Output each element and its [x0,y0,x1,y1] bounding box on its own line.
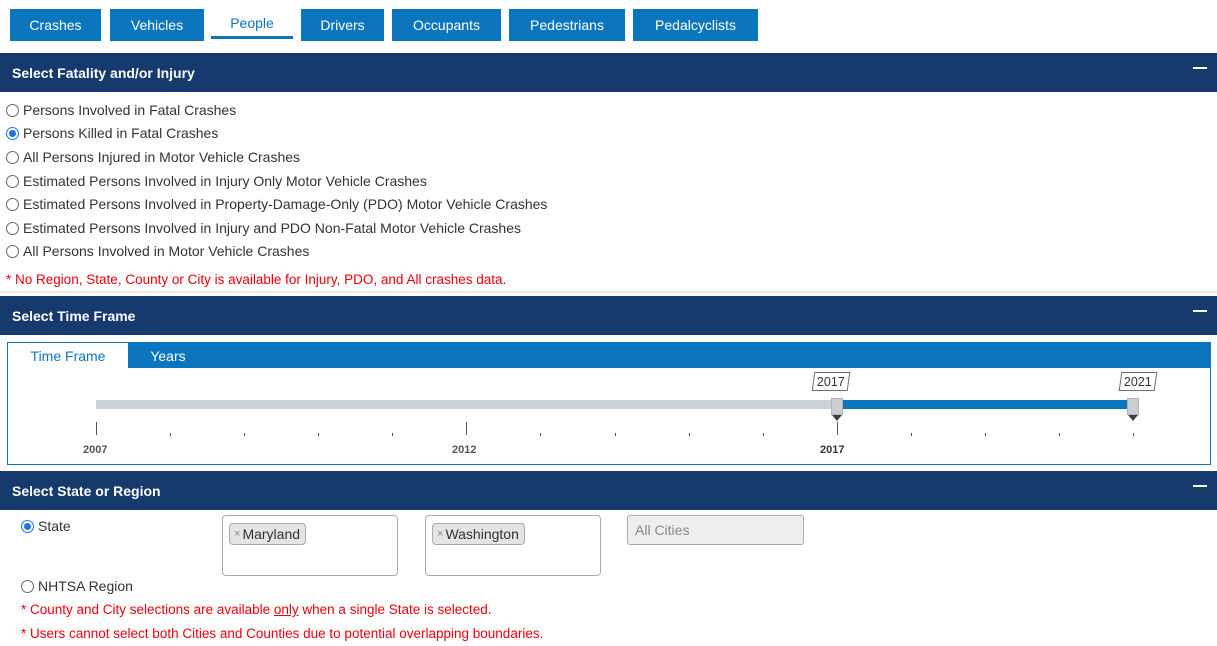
remove-chip-icon[interactable]: × [234,528,240,540]
slider-from-handle[interactable] [830,398,843,421]
slider-tick [763,433,764,436]
region-note-overlap: * Users cannot select both Cities and Co… [21,626,544,641]
radio-button[interactable] [21,579,34,593]
timeframe-section-header[interactable]: Select Time Frame [0,296,1217,335]
radio-button[interactable] [6,221,19,235]
slider-tick [96,422,97,435]
timeframe-section-title: Select Time Frame [12,307,136,324]
option-label: Estimated Persons Involved in Injury Onl… [23,173,427,189]
tab-crashes[interactable]: Crashes [10,9,101,41]
fatality-option-all-injured[interactable]: All Persons Injured in Motor Vehicle Cra… [6,147,300,167]
state-select[interactable]: × Maryland [222,515,398,576]
chip-label: Washington [445,526,519,542]
radio-button[interactable] [6,174,19,188]
radio-button[interactable] [6,103,19,117]
selected-county-chip: × Washington [432,523,525,545]
fatality-option-injury-pdo[interactable]: Estimated Persons Involved in Injury and… [6,218,521,238]
option-label: NHTSA Region [38,578,133,594]
tab-vehicles[interactable]: Vehicles [110,9,204,41]
slider-to-handle[interactable] [1127,398,1139,421]
tick-label-2007: 2007 [83,444,108,456]
collapse-icon[interactable] [1193,479,1207,493]
fatality-section-header[interactable]: Select Fatality and/or Injury [0,53,1217,92]
radio-button-selected[interactable] [6,126,19,140]
state-option[interactable]: State [21,516,71,536]
tab-time-frame[interactable]: Time Frame [8,343,128,368]
radio-button-selected[interactable] [21,519,34,533]
remove-chip-icon[interactable]: × [437,528,443,540]
tab-pedalcyclists[interactable]: Pedalcyclists [633,9,758,41]
fatality-option-killed-fatal[interactable]: Persons Killed in Fatal Crashes [6,123,218,143]
slider-tick [318,433,319,436]
slider-from-flag: 2017 [811,372,850,391]
option-label: Estimated Persons Involved in Property-D… [23,196,548,212]
chip-label: Maryland [242,526,301,542]
slider-tick [392,433,393,436]
collapse-icon[interactable] [1193,61,1207,75]
slider-to-flag: 2021 [1118,372,1158,391]
slider-tick [1059,433,1060,436]
option-label: Persons Killed in Fatal Crashes [23,125,219,141]
slider-tick [837,422,838,435]
slider-tick [466,422,467,435]
option-label: All Persons Involved in Motor Vehicle Cr… [23,243,310,259]
timeframe-tabbar: Time Frame Years [8,343,1210,368]
region-note-single-state: * County and City selections are availab… [21,602,492,617]
slider-tick [170,433,171,436]
slider-tick [244,433,245,436]
fatality-option-all-involved[interactable]: All Persons Involved in Motor Vehicle Cr… [6,241,309,261]
fatality-option-involved-fatal[interactable]: Persons Involved in Fatal Crashes [6,100,236,120]
fatality-option-injury-only[interactable]: Estimated Persons Involved in Injury Onl… [6,171,427,191]
tick-label-2017: 2017 [820,444,845,456]
fatality-section-title: Select Fatality and/or Injury [12,64,195,81]
option-label: All Persons Injured in Motor Vehicle Cra… [23,149,301,165]
slider-tick [540,433,541,436]
slider-tick [911,433,912,436]
only-emphasis: only [273,602,299,617]
slider-tick [615,433,616,436]
timeframe-panel: Time Frame Years 2017 2021 2007 2012 201… [7,342,1211,465]
cities-select[interactable]: All Cities [627,515,804,545]
section-divider [0,291,1217,293]
slider-tick [985,433,986,436]
radio-button[interactable] [6,197,19,211]
nhtsa-region-option[interactable]: NHTSA Region [21,576,133,596]
fatality-option-pdo[interactable]: Estimated Persons Involved in Property-D… [6,194,547,214]
county-select[interactable]: × Washington [425,515,601,576]
tab-drivers[interactable]: Drivers [301,9,384,41]
option-label: Estimated Persons Involved in Injury and… [23,220,522,236]
radio-button[interactable] [6,150,19,164]
fatality-note: * No Region, State, County or City is av… [6,272,507,287]
selected-state-chip: × Maryland [229,523,307,545]
region-section-title: Select State or Region [12,482,161,499]
tick-label-2012: 2012 [452,444,477,456]
option-label: State [38,518,71,534]
region-section-header[interactable]: Select State or Region [0,471,1217,510]
radio-button[interactable] [6,244,19,258]
slider-selected-range[interactable] [836,400,1139,409]
slider-tick [1133,433,1134,436]
tab-people[interactable]: People [211,9,293,39]
main-tabs: Crashes Vehicles People Drivers Occupant… [0,0,1217,50]
collapse-icon[interactable] [1193,304,1207,318]
slider-tick [689,433,690,436]
option-label: Persons Involved in Fatal Crashes [23,102,237,118]
tab-years[interactable]: Years [128,343,208,368]
tab-occupants[interactable]: Occupants [392,9,501,41]
tab-pedestrians[interactable]: Pedestrians [509,9,625,41]
